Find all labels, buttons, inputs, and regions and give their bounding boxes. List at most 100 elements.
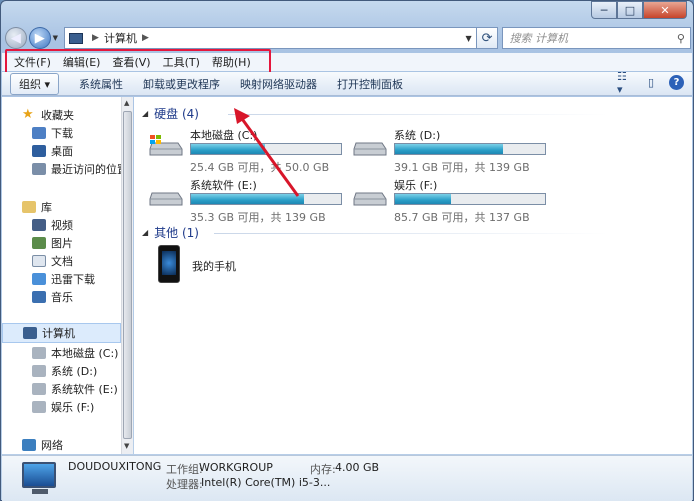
nav-item-desktop[interactable]: 桌面 — [32, 143, 73, 159]
group-other[interactable]: ◢ 其他 (1) — [142, 224, 608, 241]
search-input[interactable]: 搜索 计算机 ⚲ — [502, 27, 691, 49]
chevron-right-icon[interactable]: ▶ — [92, 33, 99, 43]
view-options-icon[interactable]: ☷ ▾ — [617, 70, 633, 96]
computer-icon — [22, 462, 56, 488]
command-bar: 组织 ▾ 系统属性 卸载或更改程序 映射网络驱动器 打开控制面板 ☷ ▾ ▯ ? — [2, 70, 692, 96]
maximize-button[interactable]: □ — [617, 1, 643, 19]
document-icon — [32, 255, 46, 267]
drive-space-info: 39.1 GB 可用，共 139 GB — [394, 161, 530, 174]
desktop-icon — [32, 145, 46, 157]
drive-usage-bar — [190, 193, 342, 205]
windows-drive-icon — [148, 133, 184, 157]
back-button[interactable]: ◀ — [5, 27, 27, 49]
network-icon — [22, 439, 36, 451]
hard-drive-icon — [148, 183, 184, 207]
drive-usage-bar — [394, 193, 546, 205]
computer-icon — [69, 32, 84, 44]
collapse-triangle-icon[interactable]: ◢ — [142, 109, 148, 118]
drive-space-info: 25.4 GB 可用，共 50.0 GB — [190, 161, 330, 174]
hard-drive-icon — [32, 383, 46, 395]
hard-drive-icon — [32, 365, 46, 377]
library-icon — [22, 201, 36, 213]
nav-item-pictures[interactable]: 图片 — [32, 235, 73, 251]
drive-f[interactable]: 娱乐 (F:) 85.7 GB 可用，共 137 GB — [352, 177, 552, 225]
nav-libraries[interactable]: 库 — [22, 199, 52, 215]
device-my-phone[interactable]: 我的手机 — [192, 258, 236, 274]
title-bar: ─ □ ✕ — [1, 1, 693, 23]
organize-button[interactable]: 组织 ▾ — [10, 72, 60, 95]
recent-pages-dropdown[interactable]: ▼ — [53, 34, 58, 42]
nav-network[interactable]: 网络 — [22, 437, 63, 453]
system-properties-button[interactable]: 系统属性 — [79, 76, 123, 92]
breadcrumb-computer[interactable]: 计算机 — [104, 30, 137, 46]
navigation-bar: ◀ ▶ ▼ ▶ 计算机 ▶ ▼ ⟳ 搜索 计算机 ⚲ — [5, 25, 691, 51]
drive-d[interactable]: 系统 (D:) 39.1 GB 可用，共 139 GB — [352, 127, 552, 175]
drive-e[interactable]: 系统软件 (E:) 35.3 GB 可用，共 139 GB — [148, 177, 348, 225]
content-pane: ◢ 硬盘 (4) 本地磁盘 (C:) 25.4 GB 可用，共 50.0 GB … — [134, 97, 692, 454]
memory-label: 内存: — [310, 463, 336, 476]
star-icon: ★ — [22, 107, 34, 122]
chevron-down-icon[interactable]: ▼ — [462, 34, 476, 43]
drive-name: 系统 (D:) — [394, 129, 441, 142]
map-network-drive-button[interactable]: 映射网络驱动器 — [240, 76, 317, 92]
open-control-panel-button[interactable]: 打开控制面板 — [337, 76, 403, 92]
video-icon — [32, 219, 46, 231]
minimize-button[interactable]: ─ — [591, 1, 617, 19]
picture-icon — [32, 237, 46, 249]
nav-scrollbar[interactable]: ▲ ▼ — [121, 97, 133, 454]
help-icon[interactable]: ? — [669, 75, 684, 90]
drive-name: 娱乐 (F:) — [394, 179, 438, 192]
music-icon — [32, 291, 46, 303]
nav-item-drive-c[interactable]: 本地磁盘 (C:) — [32, 345, 118, 361]
uninstall-program-button[interactable]: 卸载或更改程序 — [143, 76, 220, 92]
nav-favorites[interactable]: ★ 收藏夹 — [22, 107, 74, 123]
drive-usage-bar — [190, 143, 342, 155]
preview-pane-icon[interactable]: ▯ — [643, 75, 659, 90]
nav-computer[interactable]: 计算机 — [2, 323, 121, 343]
drive-space-info: 85.7 GB 可用，共 137 GB — [394, 211, 530, 224]
search-placeholder: 搜索 计算机 — [509, 32, 568, 45]
recent-places-icon — [32, 163, 46, 175]
drive-name: 系统软件 (E:) — [190, 179, 257, 192]
nav-item-music[interactable]: 音乐 — [32, 289, 73, 305]
phone-icon[interactable] — [158, 245, 180, 283]
explorer-window: ─ □ ✕ ◀ ▶ ▼ ▶ 计算机 ▶ ▼ ⟳ 搜索 计算机 ⚲ 文件(F) 编… — [0, 0, 694, 501]
scroll-thumb[interactable] — [123, 111, 132, 439]
workgroup-value: WORKGROUP — [199, 461, 273, 474]
drive-name: 本地磁盘 (C:) — [190, 129, 258, 142]
computer-icon — [23, 327, 37, 339]
chevron-right-icon[interactable]: ▶ — [142, 33, 149, 43]
processor-value: Intel(R) Core(TM) i5-3... — [201, 476, 331, 489]
group-hard-disks[interactable]: ◢ 硬盘 (4) — [142, 105, 608, 122]
download-folder-icon — [32, 273, 46, 285]
scroll-down-icon[interactable]: ▼ — [124, 442, 129, 450]
nav-item-drive-e[interactable]: 系统软件 (E:) — [32, 381, 118, 397]
nav-item-documents[interactable]: 文档 — [32, 253, 73, 269]
details-pane: DOUDOUXITONG 工作组: WORKGROUP 内存: 4.00 GB … — [2, 455, 692, 501]
computer-name: DOUDOUXITONG — [68, 460, 162, 473]
drive-usage-bar — [394, 143, 546, 155]
scroll-up-icon[interactable]: ▲ — [124, 99, 129, 107]
nav-item-drive-d[interactable]: 系统 (D:) — [32, 363, 97, 379]
processor-label: 处理器: — [166, 478, 203, 491]
forward-button[interactable]: ▶ — [28, 27, 51, 49]
hard-drive-icon — [32, 347, 46, 359]
address-bar[interactable]: ▶ 计算机 ▶ ▼ — [64, 27, 477, 49]
refresh-button[interactable]: ⟳ — [476, 27, 499, 49]
nav-item-downloads[interactable]: 下载 — [32, 125, 73, 141]
downloads-folder-icon — [32, 127, 46, 139]
search-icon[interactable]: ⚲ — [677, 32, 685, 45]
nav-item-drive-f[interactable]: 娱乐 (F:) — [32, 399, 94, 415]
hard-drive-icon — [352, 133, 388, 157]
close-button[interactable]: ✕ — [643, 1, 687, 19]
hard-drive-icon — [352, 183, 388, 207]
collapse-triangle-icon[interactable]: ◢ — [142, 228, 148, 237]
navigation-pane: ★ 收藏夹 下载 桌面 最近访问的位置 库 视频 图片 文档 迅雷下载 音乐 计算… — [2, 97, 121, 454]
drive-c[interactable]: 本地磁盘 (C:) 25.4 GB 可用，共 50.0 GB — [148, 127, 348, 175]
drive-space-info: 35.3 GB 可用，共 139 GB — [190, 211, 326, 224]
nav-item-recent[interactable]: 最近访问的位置 — [32, 161, 121, 177]
workgroup-label: 工作组: — [166, 463, 203, 476]
nav-item-videos[interactable]: 视频 — [32, 217, 73, 233]
hard-drive-icon — [32, 401, 46, 413]
nav-item-xunlei-downloads[interactable]: 迅雷下载 — [32, 271, 95, 287]
